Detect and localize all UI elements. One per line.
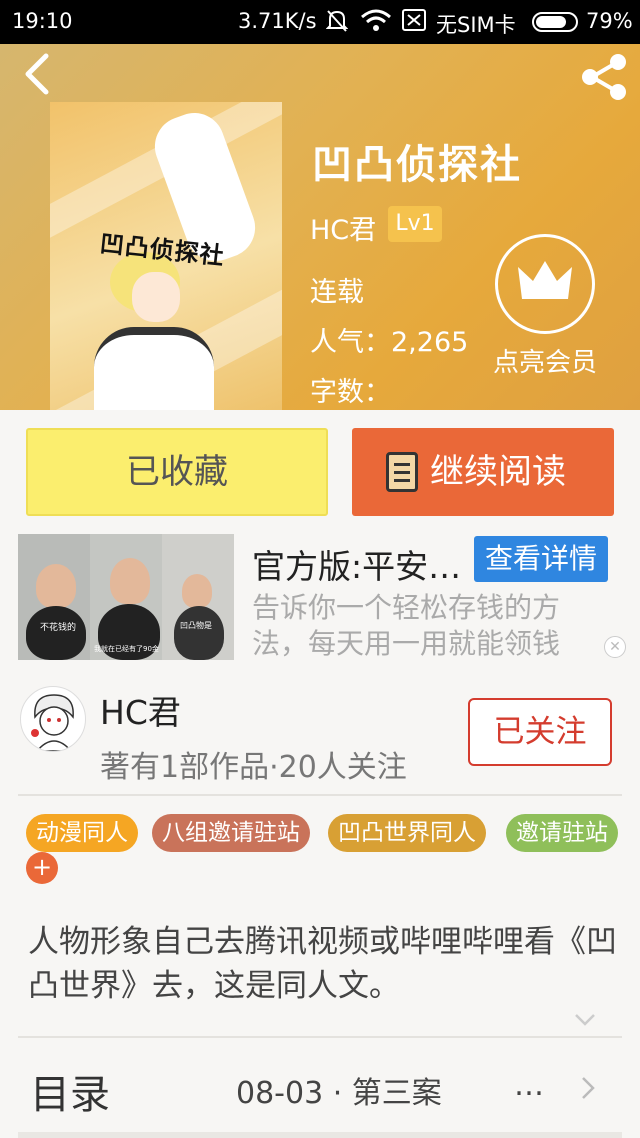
ad-close-icon[interactable]: ✕ — [604, 636, 626, 658]
divider — [18, 794, 622, 796]
ad-image-caption: 我就在已经有了90金 — [94, 645, 159, 653]
ad-image-caption: 凹凸物是 — [180, 621, 212, 630]
wifi-icon — [360, 9, 392, 38]
toc-ellipsis: … — [514, 1068, 544, 1103]
network-speed: 3.71K/s — [238, 9, 317, 33]
book-popularity: 人气：2,265 — [310, 327, 469, 358]
mute-icon — [325, 9, 349, 38]
battery-percent: 79% — [586, 9, 633, 33]
ad-image-caption: 不花钱的 — [40, 623, 77, 633]
battery-icon — [532, 12, 578, 32]
author-name[interactable]: HC君 — [100, 686, 181, 734]
vip-label: 点亮会员 — [492, 348, 597, 378]
tag-item[interactable]: 八组邀请驻站 — [152, 814, 310, 852]
follow-button[interactable]: 已关注 — [468, 698, 612, 766]
book-intro: 人物形象自己去腾讯视频或哔哩哔哩看《凹凸世界》去，这是同人文。 — [28, 924, 617, 1004]
book-detail: 已收藏 继续阅读 不花钱的 我就在已经有了90金 凹凸物是 官方版:平安… 查看… — [0, 410, 640, 1138]
book-title: 凹凸侦探社 — [312, 142, 522, 188]
sim-status: 无SIM卡 — [436, 13, 516, 37]
book-word-count: 字数： — [310, 377, 391, 408]
divider — [18, 1036, 622, 1038]
no-sim-icon — [402, 9, 426, 36]
tag-item[interactable]: 动漫同人 — [26, 814, 138, 852]
chevron-down-icon[interactable] — [572, 1006, 598, 1032]
back-icon[interactable] — [18, 52, 58, 96]
book-icon — [386, 452, 418, 492]
share-icon[interactable] — [578, 52, 630, 102]
author-avatar[interactable] — [20, 686, 86, 752]
crown-icon — [495, 234, 595, 334]
add-tag-button[interactable]: + — [26, 852, 58, 884]
ad-description: 告诉你一个轻松存钱的方法，每天用一用就能领钱 — [252, 591, 561, 660]
level-badge: Lv1 — [388, 206, 442, 242]
divider — [18, 1132, 622, 1138]
book-cover[interactable]: 凹凸侦探社 — [50, 102, 282, 412]
chevron-right-icon[interactable] — [578, 1074, 598, 1102]
toc-latest-chapter[interactable]: 08-03 · 第三案 — [236, 1068, 442, 1112]
book-status: 连载 — [310, 277, 364, 308]
ad-title[interactable]: 官方版:平安… — [252, 540, 472, 588]
tag-item[interactable]: 邀请驻站 — [506, 814, 618, 852]
tag-item[interactable]: 凹凸世界同人 — [328, 814, 486, 852]
ad-detail-button[interactable]: 查看详情 — [474, 536, 608, 582]
vip-button[interactable]: 点亮会员 — [482, 232, 612, 382]
status-time: 19:10 — [12, 9, 73, 33]
status-bar: 19:10 3.71K/s 无SIM卡 79% — [0, 0, 640, 44]
book-author[interactable]: HC君 — [310, 208, 376, 247]
favorited-button[interactable]: 已收藏 — [26, 428, 328, 516]
author-meta: 著有1部作品·20人关注 — [100, 750, 407, 785]
continue-reading-label: 继续阅读 — [430, 452, 566, 492]
ad-image[interactable]: 不花钱的 我就在已经有了90金 凹凸物是 — [18, 534, 234, 660]
toc-label[interactable]: 目录 — [30, 1062, 110, 1120]
book-header: 凹凸侦探社 凹凸侦探社 HC君 Lv1 连载 人气：2,265 字数： 点亮会员 — [0, 44, 640, 412]
continue-reading-button[interactable]: 继续阅读 — [352, 428, 614, 516]
